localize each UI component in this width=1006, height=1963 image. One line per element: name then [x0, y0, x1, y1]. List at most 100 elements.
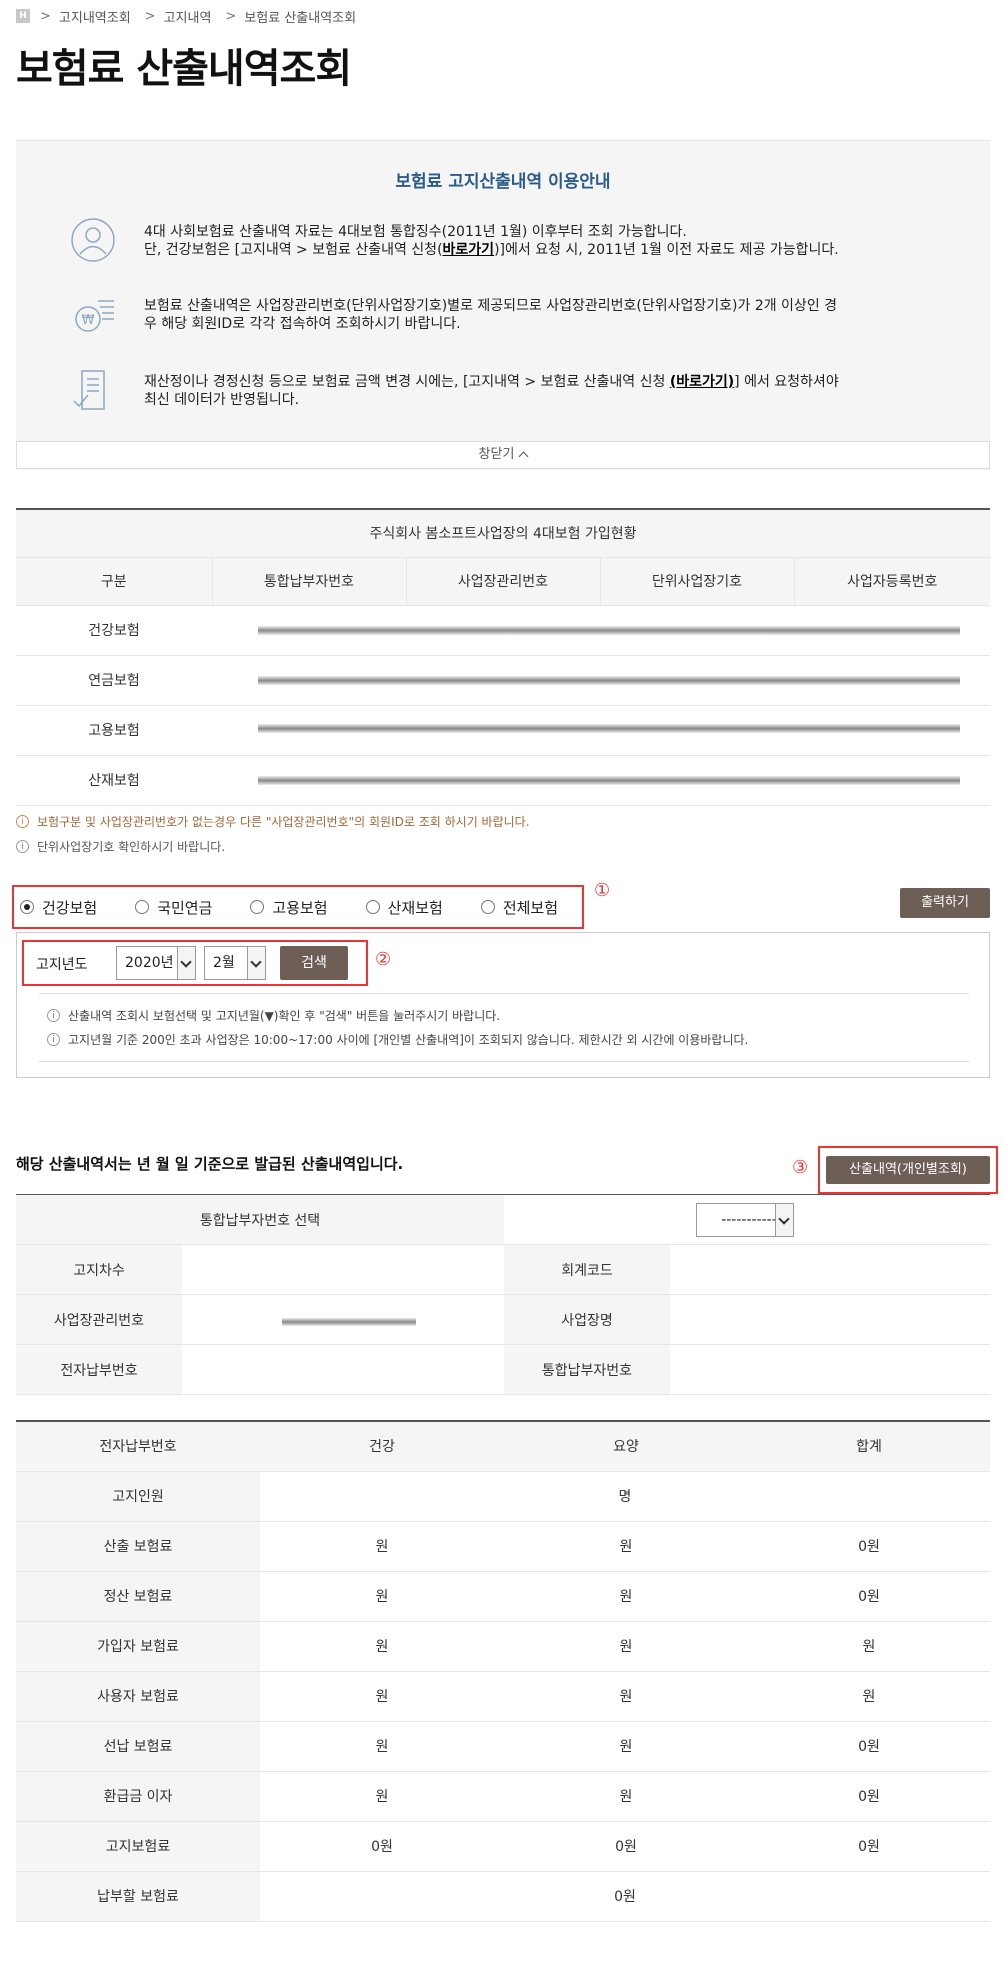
cell: 원	[260, 1521, 504, 1572]
svg-text:₩: ₩	[82, 313, 95, 328]
breadcrumb-item-2[interactable]: 고지내역	[164, 7, 212, 26]
radio-health[interactable]: 건강보험	[20, 897, 97, 918]
radio-employment[interactable]: 고용보험	[250, 897, 328, 918]
guide-item-1: 4대 사회보험료 산출내역 자료는 4대보험 통합징수(2011년 1월) 이후…	[16, 217, 990, 267]
column-header: 합계	[748, 1421, 990, 1472]
year-select[interactable]: 2020년	[116, 946, 196, 980]
personal-calc-button[interactable]: 산출내역(개인별조회)	[826, 1156, 990, 1184]
redacted-bar	[258, 776, 960, 785]
cell: 원	[504, 1521, 748, 1572]
personal-calc-highlight: 산출내역(개인별조회)	[818, 1146, 998, 1194]
breadcrumb-item-3[interactable]: 보험료 산출내역조회	[244, 7, 356, 26]
year-label: 고지년도	[36, 957, 88, 973]
cell: 원	[504, 1671, 748, 1722]
search-panel: 고지년도 2020년 2월 검색 ② i 산출내역 조회시 보험선택 및 고지년…	[16, 932, 990, 1078]
cell: 0원	[748, 1521, 990, 1572]
info-icon: i	[47, 1033, 60, 1046]
field-label: 사업장명	[504, 1294, 670, 1345]
radio-pension[interactable]: 국민연금	[135, 897, 212, 918]
field-value	[182, 1344, 504, 1395]
table-row: 고지차수 회계코드	[16, 1244, 990, 1295]
search-button[interactable]: 검색	[280, 946, 348, 980]
print-button[interactable]: 출력하기	[900, 888, 990, 918]
info-icon: i	[16, 815, 29, 828]
radio-dot	[250, 900, 265, 914]
close-guide-label: 창닫기	[478, 447, 515, 462]
cell: 원	[260, 1671, 504, 1722]
payer-number-select[interactable]: -----------	[696, 1203, 794, 1237]
table-row: 정산 보험료 원 원 0원	[16, 1571, 990, 1622]
chevron-down-icon	[177, 947, 195, 979]
row-label: 고지보험료	[16, 1821, 260, 1872]
cell: 원	[260, 1721, 504, 1772]
breadcrumb-item-1[interactable]: 고지내역조회	[59, 7, 131, 26]
radio-label: 산재보험	[387, 898, 443, 917]
field-label: 전자납부번호	[16, 1344, 182, 1395]
usage-guide-box: 보험료 고지산출내역 이용안내 4대 사회보험료 산출내역 자료는 4대보험 통…	[16, 140, 990, 470]
column-header: 요양	[504, 1421, 748, 1472]
cell: 0원	[260, 1821, 504, 1872]
row-label: 가입자 보험료	[16, 1621, 260, 1672]
table-row: 사업장관리번호 사업장명	[16, 1294, 990, 1345]
cell: 원	[748, 1621, 990, 1672]
home-icon[interactable]: H	[16, 9, 30, 23]
field-label: 사업장관리번호	[16, 1294, 182, 1345]
year-value: 2020년	[125, 955, 174, 971]
guide-text-3: 재산정이나 경정신청 등으로 보험료 금액 변경 시에는, [고지내역 > 보험…	[144, 374, 839, 408]
notice-2: i 단위사업장기호 확인하시기 바랍니다.	[16, 838, 225, 855]
premium-calculation-table: 전자납부번호 건강 요양 합계 고지인원 명 산출 보험료 원 원 0원 정산 보험료…	[16, 1420, 990, 1922]
cell: 원	[260, 1621, 504, 1672]
guide-item-2: ₩ 보험료 산출내역은 사업장관리번호(단위사업장기호)별로 제공되므로 사업장…	[16, 291, 990, 341]
enrollment-status-table: 주식회사 봄소프트사업장의 4대보험 가입현황 구분 통합납부자번호 사업장관리…	[16, 508, 991, 806]
redacted-bar	[282, 1318, 416, 1326]
table-row: 사용자 보험료 원 원 원	[16, 1671, 990, 1722]
notice-count: 명	[260, 1471, 990, 1522]
table-caption: 주식회사 봄소프트사업장의 4대보험 가입현황	[16, 509, 991, 558]
shortcut-link[interactable]: (바로가기)	[670, 374, 734, 390]
cell: 원	[504, 1721, 748, 1772]
page-title: 보험료 산출내역조회	[16, 46, 352, 92]
redacted-bar	[258, 626, 960, 635]
month-select[interactable]: 2월	[204, 946, 266, 980]
radio-dot	[480, 900, 495, 914]
cell: 원	[504, 1771, 748, 1822]
cell: 0원	[748, 1821, 990, 1872]
radio-dot	[20, 900, 34, 914]
table-row: 고지보험료 0원 0원 0원	[16, 1821, 990, 1872]
cell: 0원	[748, 1721, 990, 1772]
redacted-bar	[258, 724, 960, 733]
search-note-2: i 고지년월 기준 200인 초과 사업장은 10:00~17:00 사이에 […	[47, 1031, 748, 1048]
redacted-bar	[258, 676, 960, 685]
cell: 0원	[748, 1571, 990, 1622]
search-note-text: 고지년월 기준 200인 초과 사업장은 10:00~17:00 사이에 [개인…	[68, 1033, 749, 1047]
field-value	[670, 1344, 990, 1395]
divider	[39, 993, 969, 994]
cell: 원	[504, 1621, 748, 1672]
person-icon	[71, 218, 115, 262]
close-guide-button[interactable]: 창닫기	[16, 441, 990, 469]
column-header: 단위사업장기호	[599, 557, 794, 606]
radio-industrial[interactable]: 산재보험	[365, 897, 443, 918]
result-heading: 해당 산출내역서는 년 월 일 기준으로 발급된 산출내역입니다.	[16, 1155, 404, 1173]
insurance-name: 건강보험	[16, 605, 212, 656]
table-row: 납부할 보험료 0원	[16, 1871, 990, 1922]
notice-text: 보험구분 및 사업장관리번호가 없는경우 다른 "사업장관리번호"의 회원ID로…	[37, 815, 530, 829]
notice-text: 단위사업장기호 확인하시기 바랍니다.	[37, 840, 226, 854]
table-row: 고지인원 명	[16, 1471, 990, 1522]
column-header: 사업장관리번호	[405, 557, 600, 606]
field-value	[182, 1244, 504, 1295]
table-row: 전자납부번호 통합납부자번호	[16, 1344, 990, 1395]
guide-item-3: 재산정이나 경정신청 등으로 보험료 금액 변경 시에는, [고지내역 > 보험…	[16, 367, 990, 417]
row-label: 사용자 보험료	[16, 1671, 260, 1722]
annotation-marker-3: ③	[792, 1157, 809, 1178]
info-icon: i	[47, 1009, 60, 1022]
search-note-text: 산출내역 조회시 보험선택 및 고지년월(▼)확인 후 "검색" 버튼을 눌러주…	[68, 1009, 501, 1023]
table-row: 환급금 이자 원 원 0원	[16, 1771, 990, 1822]
radio-label: 고용보험	[272, 898, 328, 917]
breadcrumb: H > 고지내역조회 > 고지내역 > 보험료 산출내역조회	[16, 6, 370, 26]
table-row: 가입자 보험료 원 원 원	[16, 1621, 990, 1672]
coins-icon: ₩	[75, 300, 114, 332]
payer-select-label: 통합납부자번호 선택	[16, 1194, 504, 1245]
shortcut-link[interactable]: 바로가기	[443, 242, 495, 258]
radio-all[interactable]: 전체보험	[480, 897, 558, 918]
